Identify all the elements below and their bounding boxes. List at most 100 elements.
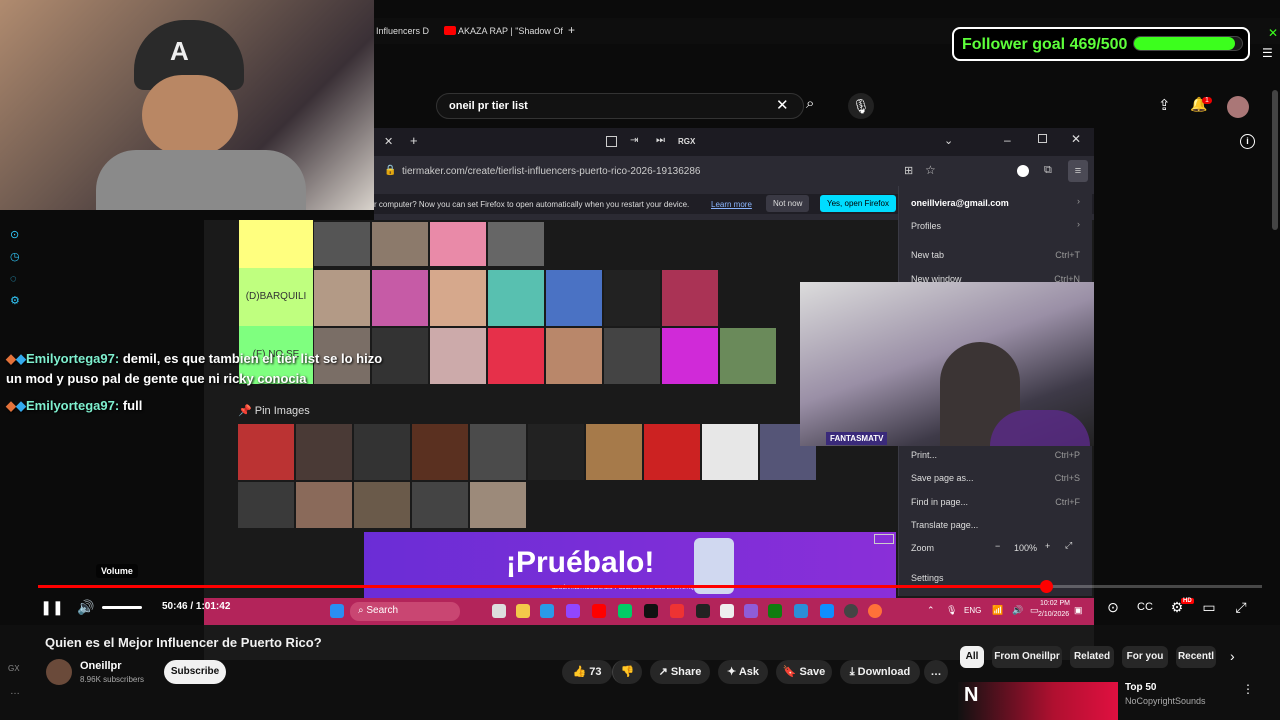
zoom-in-icon[interactable]: +: [1045, 541, 1050, 551]
file-explorer-icon[interactable]: [516, 604, 530, 618]
chip-from-oneillpr[interactable]: From Oneillpr: [992, 646, 1062, 668]
info-icon[interactable]: i: [1240, 134, 1255, 149]
notification-tray-icon[interactable]: ▣: [1074, 605, 1083, 616]
volume-icon[interactable]: 🔊: [74, 595, 98, 619]
tier-thumb[interactable]: [372, 270, 428, 326]
pin-thumb[interactable]: [644, 424, 700, 480]
install-icon[interactable]: ⊞: [904, 164, 913, 177]
app-icon[interactable]: [794, 604, 808, 618]
app-icon[interactable]: [744, 604, 758, 618]
chip-all[interactable]: All: [960, 646, 984, 668]
fullscreen-player-icon[interactable]: ⤢: [1230, 595, 1252, 619]
chevron-down-icon[interactable]: ⌄: [944, 134, 953, 147]
pin-thumb[interactable]: [470, 424, 526, 480]
pin-thumb[interactable]: [238, 482, 294, 528]
download-button[interactable]: ⤓ Download: [840, 660, 920, 684]
menu-profiles[interactable]: Profiles: [911, 221, 941, 231]
tier-thumb[interactable]: [430, 270, 486, 326]
tier-thumb[interactable]: [662, 270, 718, 326]
autoplay-toggle[interactable]: ⊙: [1100, 595, 1126, 619]
browser-tab-1[interactable]: Influencers D: [376, 26, 429, 36]
clock-icon[interactable]: ◷: [10, 246, 20, 268]
tier-thumb[interactable]: [720, 328, 776, 384]
minimize-icon[interactable]: –: [1004, 133, 1011, 147]
ad-banner[interactable]: ¡Pruébalo! *SEGÚN INSTRUCCIONES Y CUIDAD…: [364, 532, 896, 598]
extension-icon[interactable]: ⇥: [630, 135, 638, 146]
pin-thumb[interactable]: [238, 424, 294, 480]
like-button[interactable]: 👍 73: [562, 660, 612, 684]
kebab-menu-icon[interactable]: ⋮: [1242, 682, 1254, 696]
menu-new-tab[interactable]: New tab: [911, 250, 944, 260]
chevron-right-icon[interactable]: ›: [1230, 648, 1235, 664]
app-icon[interactable]: [670, 604, 684, 618]
taskbar-search[interactable]: ⌕ Search: [350, 602, 460, 621]
captions-icon[interactable]: CC: [1134, 595, 1156, 619]
volume-tray-icon[interactable]: 🔊: [1012, 605, 1023, 616]
tier-thumb[interactable]: [546, 270, 602, 326]
account-avatar[interactable]: [1227, 96, 1249, 118]
language-indicator[interactable]: ENG: [964, 606, 981, 615]
tier-thumb[interactable]: [372, 222, 428, 266]
recommended-channel[interactable]: NoCopyrightSounds: [1125, 696, 1206, 706]
star-icon[interactable]: ☆: [925, 163, 936, 177]
app-icon[interactable]: [618, 604, 632, 618]
app-icon[interactable]: [820, 604, 834, 618]
pause-icon[interactable]: ❚❚: [40, 595, 64, 619]
youtube-taskbar-icon[interactable]: [592, 604, 606, 618]
progress-scrubber[interactable]: [1040, 580, 1053, 593]
not-now-button[interactable]: Not now: [766, 195, 810, 212]
extensions-icon[interactable]: ⧉: [1044, 164, 1052, 177]
menu-icon[interactable]: ☰: [1262, 46, 1273, 60]
fullscreen-icon[interactable]: ⤢: [1065, 540, 1072, 551]
tier-thumb[interactable]: [314, 222, 370, 266]
wifi-icon[interactable]: 📶: [992, 605, 1003, 616]
pin-thumb[interactable]: [528, 424, 584, 480]
subscribe-button[interactable]: Subscribe: [164, 660, 226, 684]
opera-gx-icon[interactable]: GX: [8, 664, 20, 673]
search-icon[interactable]: ⌕: [806, 95, 814, 112]
recommended-thumbnail[interactable]: [958, 682, 1118, 720]
task-view-icon[interactable]: [492, 604, 506, 618]
window-close-icon[interactable]: ✕: [1071, 132, 1081, 146]
edge-icon[interactable]: [540, 604, 554, 618]
pin-thumb[interactable]: [354, 424, 410, 480]
obs-icon[interactable]: [844, 604, 858, 618]
scrollbar[interactable]: [1272, 90, 1278, 230]
tier-thumb[interactable]: [488, 328, 544, 384]
tray-chevron-icon[interactable]: ⌃: [927, 605, 935, 616]
pin-thumb[interactable]: [412, 424, 468, 480]
clear-search-icon[interactable]: ✕: [776, 96, 789, 114]
volume-slider[interactable]: [102, 606, 142, 609]
tier-thumb[interactable]: [604, 270, 660, 326]
chat-icon[interactable]: ◌: [10, 268, 20, 290]
zoom-out-icon[interactable]: −: [995, 541, 1000, 551]
profile-icon[interactable]: [1017, 165, 1029, 177]
firefox-taskbar-icon[interactable]: [868, 604, 882, 618]
pin-thumb[interactable]: [470, 482, 526, 528]
pin-thumb[interactable]: [296, 424, 352, 480]
tier-thumb[interactable]: [488, 270, 544, 326]
menu-settings[interactable]: Settings: [911, 573, 944, 583]
pin-thumb[interactable]: [702, 424, 758, 480]
tier-thumb[interactable]: [488, 222, 544, 266]
channel-name[interactable]: Oneillpr: [80, 660, 122, 672]
pin-thumb[interactable]: [354, 482, 410, 528]
tiktok-icon[interactable]: [644, 604, 658, 618]
menu-account[interactable]: oneillviera@gmail.com: [911, 198, 1009, 208]
channel-avatar[interactable]: [46, 659, 72, 685]
close-icon[interactable]: ✕: [1268, 26, 1278, 40]
tier-thumb[interactable]: [546, 328, 602, 384]
learn-more-link[interactable]: Learn more: [711, 200, 752, 209]
pin-thumb[interactable]: [586, 424, 642, 480]
tier-thumb[interactable]: [314, 270, 370, 326]
more-actions-button[interactable]: …: [924, 660, 948, 684]
tier-thumb[interactable]: [430, 222, 486, 266]
new-tab-icon[interactable]: +: [568, 23, 575, 37]
youtube-search-input[interactable]: oneil pr tier list: [436, 93, 804, 119]
twitch-icon[interactable]: [566, 604, 580, 618]
chip-recently[interactable]: Recentl: [1176, 646, 1216, 668]
ask-button[interactable]: ✦ Ask: [718, 660, 768, 684]
recommended-title[interactable]: Top 50: [1125, 682, 1156, 693]
chip-for-you[interactable]: For you: [1122, 646, 1168, 668]
chip-related[interactable]: Related: [1070, 646, 1114, 668]
